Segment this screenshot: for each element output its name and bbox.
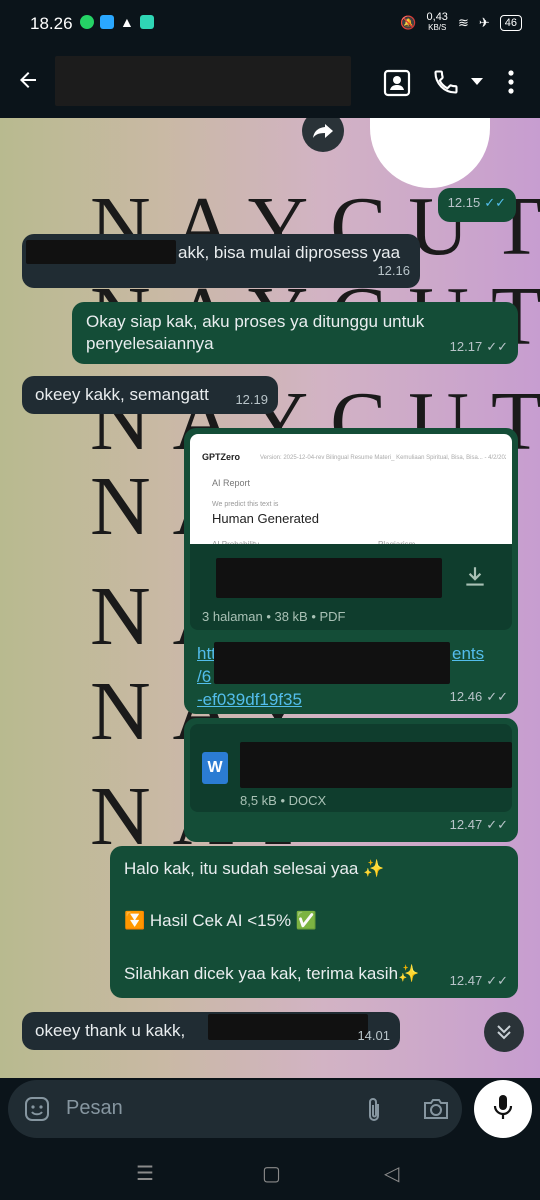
warning-icon: ▲	[120, 14, 134, 30]
message-meta: 12.47 ✓✓	[450, 814, 508, 836]
whatsapp-icon	[80, 15, 94, 29]
message-text: akk, bisa mulai diprosess yaa	[178, 243, 401, 262]
message-bubble-incoming[interactable]: okeey thank u kakk, 14.01	[22, 1012, 400, 1050]
redacted-text	[208, 1014, 368, 1040]
double-check-icon: ✓✓	[486, 817, 508, 832]
document-meta: 8,5 kB • DOCX	[240, 793, 327, 808]
word-icon: W	[202, 752, 228, 784]
message-text: Okay siap kak, aku proses ya ditunggu un…	[86, 312, 425, 353]
mic-icon	[493, 1093, 513, 1126]
download-icon[interactable]	[462, 564, 488, 596]
message-meta: 14.01	[357, 1028, 390, 1043]
message-bubble-outgoing[interactable]: 12.15 ✓✓	[438, 188, 516, 222]
chat-header	[0, 46, 540, 118]
message-bubble-outgoing[interactable]: GPTZero Version: 2025-12-04-rev Bilingua…	[184, 428, 518, 714]
app-icon	[100, 15, 114, 29]
message-text: ⏬ Hasil Cek AI <15% ✅	[124, 911, 318, 930]
message-bubble-outgoing[interactable]: Okay siap kak, aku proses ya ditunggu un…	[72, 302, 518, 364]
system-nav-bar: ☰ ▢ ◁	[0, 1145, 540, 1200]
status-bar: 18.26 ▲ 🔕 0,43 KB/S ≋ ✈ 46	[0, 0, 540, 46]
double-check-icon: ✓✓	[486, 339, 508, 354]
home-icon[interactable]: ▢	[262, 1161, 281, 1186]
message-meta: 12.16	[377, 263, 410, 278]
recents-icon[interactable]: ☰	[136, 1161, 154, 1186]
phone-icon[interactable]	[432, 68, 460, 101]
message-bubble-outgoing[interactable]: W 8,5 kB • DOCX 12.47 ✓✓	[184, 718, 518, 842]
battery-indicator: 46	[499, 14, 522, 31]
message-meta: 12.47 ✓✓	[450, 970, 508, 992]
preview-result: Human Generated	[212, 511, 319, 526]
redacted-text	[26, 240, 176, 264]
message-input[interactable]: Pesan	[66, 1097, 123, 1120]
back-icon[interactable]: ◁	[384, 1161, 399, 1186]
mute-icon: 🔕	[400, 14, 417, 30]
status-right: 🔕 0,43 KB/S ≋ ✈ 46	[400, 12, 522, 33]
contact-name-redacted[interactable]	[55, 56, 351, 106]
gptzero-logo: GPTZero	[202, 452, 241, 462]
back-arrow-icon[interactable]	[16, 68, 40, 97]
camera-icon[interactable]	[422, 1096, 450, 1127]
forward-icon[interactable]	[302, 118, 344, 152]
message-bubble-outgoing[interactable]: Halo kak, itu sudah selesai yaa ✨ ⏬ Hasi…	[110, 846, 518, 998]
message-meta: 12.17 ✓✓	[450, 336, 508, 358]
message-text: Silahkan dicek yaa kak, terima kasih✨	[124, 964, 420, 983]
status-notification-icons: ▲	[80, 14, 154, 30]
contact-card-icon[interactable]	[382, 68, 412, 103]
double-check-icon: ✓✓	[486, 973, 508, 988]
chat-app-icon	[139, 15, 154, 29]
net-speed: 0,43 KB/S	[426, 11, 448, 33]
message-bubble-incoming[interactable]: okeey kakk, semangatt 12.19	[22, 376, 278, 414]
redacted-link	[214, 642, 450, 684]
document-meta: 3 halaman • 38 kB • PDF	[202, 609, 346, 624]
message-text: okeey thank u kakk,	[35, 1021, 186, 1040]
message-text: okeey kakk, semangatt	[35, 385, 209, 404]
preview-version: Version: 2025-12-04-rev Bilingual Resume…	[260, 455, 506, 461]
message-bubble-incoming[interactable]: akk, bisa mulai diprosess yaa 12.16	[22, 234, 420, 288]
double-check-icon: ✓✓	[486, 689, 508, 704]
airplane-icon: ✈	[478, 14, 490, 30]
message-meta: 12.15 ✓✓	[448, 192, 506, 214]
document-card[interactable]: W 8,5 kB • DOCX	[190, 724, 512, 812]
message-meta: 12.19	[235, 392, 268, 407]
document-card[interactable]: 3 halaman • 38 kB • PDF	[190, 544, 512, 630]
more-vert-icon[interactable]	[504, 68, 518, 101]
status-time: 18.26	[30, 14, 73, 33]
preview-col-plagiarism: Plagiarism	[378, 534, 415, 544]
mic-button[interactable]	[474, 1080, 532, 1138]
dropdown-icon[interactable]	[470, 74, 484, 92]
message-text: Halo kak, itu sudah selesai yaa ✨	[124, 859, 385, 878]
preview-report-label: AI Report	[212, 478, 251, 488]
message-meta: 12.46 ✓✓	[450, 686, 508, 708]
redacted-filename	[240, 742, 512, 788]
double-check-icon: ✓✓	[484, 195, 506, 210]
scroll-down-icon[interactable]	[484, 1012, 524, 1052]
emoji-icon[interactable]	[24, 1096, 50, 1127]
message-composer[interactable]: Pesan	[8, 1080, 462, 1138]
attach-icon[interactable]	[364, 1096, 384, 1129]
document-preview[interactable]: GPTZero Version: 2025-12-04-rev Bilingua…	[190, 434, 512, 544]
preview-col-ai: AI Probability	[212, 534, 259, 544]
wifi-icon: ≋	[457, 14, 469, 30]
redacted-filename	[216, 558, 442, 598]
